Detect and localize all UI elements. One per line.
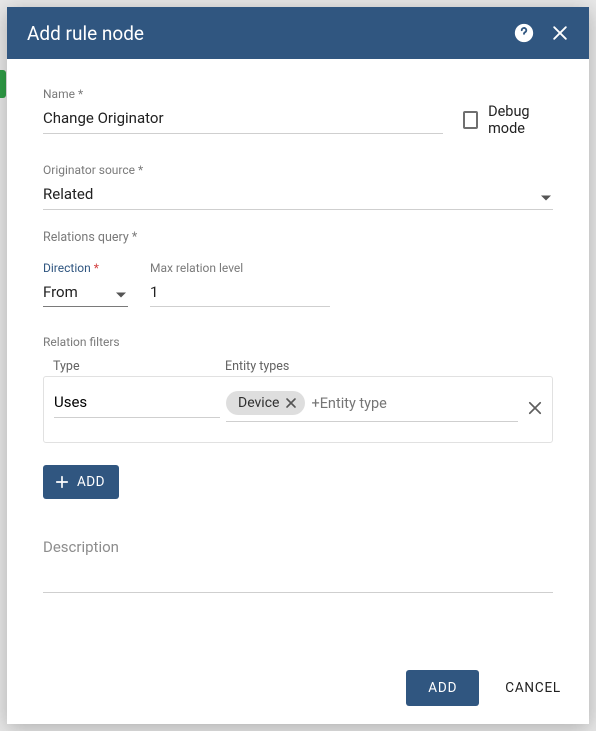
relations-query-label: Relations query *	[43, 230, 553, 245]
submit-button[interactable]: ADD	[406, 670, 479, 706]
filter-entities-header: Entity types	[225, 359, 549, 374]
direction-select[interactable]	[43, 279, 128, 307]
add-filter-button[interactable]: ADD	[43, 465, 119, 499]
dialog-body: Name * Debug mode Originator source * Re…	[7, 59, 589, 658]
chip-label: Device	[238, 395, 279, 411]
name-input[interactable]	[43, 105, 443, 134]
originator-source-select[interactable]	[43, 181, 553, 210]
remove-filter-icon[interactable]	[526, 399, 544, 421]
close-icon[interactable]	[549, 22, 571, 44]
help-icon[interactable]	[513, 22, 535, 44]
cancel-button[interactable]: CANCEL	[497, 670, 569, 706]
dialog-footer: ADD CANCEL	[7, 658, 589, 724]
max-relation-level-input[interactable]	[150, 279, 330, 307]
originator-source-label: Originator source *	[43, 163, 553, 177]
background-accent	[0, 70, 6, 98]
direction-label: Direction *	[43, 261, 128, 275]
plus-icon	[53, 473, 71, 491]
description-label: Description	[43, 538, 119, 556]
relation-filter-row: Device	[43, 376, 553, 443]
add-rule-node-dialog: Add rule node Name * Debug mode Originat…	[7, 7, 589, 724]
debug-mode-checkbox[interactable]	[463, 111, 478, 129]
chip-remove-icon[interactable]	[283, 395, 299, 411]
dialog-header: Add rule node	[7, 7, 589, 59]
entity-type-chip: Device	[226, 391, 305, 415]
name-label: Name *	[43, 87, 443, 101]
debug-mode-label: Debug mode	[488, 103, 553, 137]
entity-type-input[interactable]	[311, 395, 495, 412]
filter-type-input[interactable]	[54, 387, 220, 418]
dialog-title: Add rule node	[27, 22, 499, 45]
relation-filters-label: Relation filters	[43, 335, 553, 349]
filter-type-header: Type	[53, 359, 225, 374]
description-field[interactable]: Description	[43, 537, 553, 593]
max-relation-level-label: Max relation level	[150, 261, 330, 275]
entity-types-field[interactable]: Device	[226, 387, 518, 422]
